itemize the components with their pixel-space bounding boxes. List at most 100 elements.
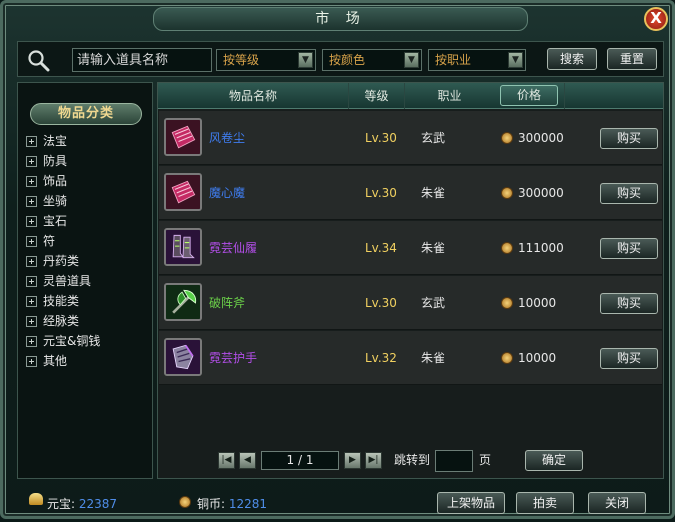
category-label: 元宝&铜钱	[43, 334, 101, 348]
coin-icon	[501, 187, 513, 199]
expand-plus-icon[interactable]	[26, 335, 37, 347]
expand-plus-icon[interactable]	[26, 175, 37, 187]
category-item-baoshi[interactable]: 宝石	[26, 211, 150, 231]
item-price: 10000	[501, 331, 556, 385]
first-page-icon[interactable]: |◀	[218, 452, 235, 469]
item-name: 魔心魔	[209, 186, 246, 200]
category-item-zuoqi[interactable]: 坐骑	[26, 191, 150, 211]
item-level: Lv.30	[365, 186, 397, 200]
search-bar: 按等级 ▼ 按颜色 ▼ 按职业 ▼ 搜索 重置	[17, 41, 664, 77]
expand-plus-icon[interactable]	[26, 355, 37, 367]
expand-plus-icon[interactable]	[26, 195, 37, 207]
copper-label: 铜币:	[197, 497, 226, 511]
column-header-level: 等级	[348, 83, 404, 109]
item-price: 300000	[501, 111, 564, 165]
auction-button[interactable]: 拍卖	[516, 492, 574, 514]
search-input[interactable]	[72, 48, 212, 72]
page-unit-label: 页	[479, 453, 492, 467]
coin-icon	[501, 132, 513, 144]
level-filter-label: 按等级	[223, 53, 260, 67]
jump-page-input[interactable]	[435, 450, 473, 472]
column-header-price-sort[interactable]: 价格	[500, 85, 558, 106]
search-button[interactable]: 搜索	[547, 48, 597, 70]
category-item-fu[interactable]: 符	[26, 231, 150, 251]
category-item-qita[interactable]: 其他	[26, 351, 150, 371]
category-label: 技能类	[43, 294, 80, 308]
yuanbao-balance: 元宝: 22387	[47, 495, 117, 512]
copper-coin-icon	[179, 496, 191, 508]
expand-plus-icon[interactable]	[26, 215, 37, 227]
footer-bar: 元宝: 22387 铜币: 12281 上架物品 拍卖 关闭	[3, 485, 675, 522]
category-item-shipin[interactable]: 饰品	[26, 171, 150, 191]
class-filter-dropdown[interactable]: 按职业 ▼	[428, 49, 526, 71]
confirm-jump-button[interactable]: 确定	[525, 450, 583, 471]
table-row: 霓芸仙履 Lv.34 朱雀 111000 购买	[159, 221, 662, 275]
jump-to-label: 跳转到	[394, 453, 431, 467]
table-row: 霓芸护手 Lv.32 朱雀 10000 购买	[159, 331, 662, 385]
next-page-icon[interactable]: ▶	[344, 452, 361, 469]
close-button[interactable]: 关闭	[588, 492, 646, 514]
list-item-button[interactable]: 上架物品	[437, 492, 505, 514]
class-filter-label: 按职业	[435, 53, 472, 67]
coin-icon	[501, 297, 513, 309]
window-title: 市 场	[153, 7, 528, 31]
category-item-yuanbao[interactable]: 元宝&铜钱	[26, 331, 150, 351]
category-item-jingmai[interactable]: 经脉类	[26, 311, 150, 331]
table-row: 风卷尘 Lv.30 玄武 300000 购买	[159, 111, 662, 165]
level-filter-dropdown[interactable]: 按等级 ▼	[216, 49, 316, 71]
item-name: 霓芸仙履	[209, 241, 258, 255]
market-window: 市 场 X 按等级 ▼ 按颜色 ▼ 按职业 ▼ 搜索 重置 物品分类 法宝 防具…	[0, 0, 675, 519]
category-item-jineng[interactable]: 技能类	[26, 291, 150, 311]
boots-icon[interactable]	[164, 228, 202, 266]
gauntlet-icon[interactable]	[164, 338, 202, 376]
column-header-action	[564, 83, 663, 109]
expand-plus-icon[interactable]	[26, 315, 37, 327]
expand-plus-icon[interactable]	[26, 295, 37, 307]
table-row: 破阵斧 Lv.30 玄武 10000 购买	[159, 276, 662, 330]
chevron-down-icon: ▼	[404, 52, 419, 68]
column-header-class: 职业	[404, 83, 494, 109]
axe-icon[interactable]	[164, 283, 202, 321]
tome-icon[interactable]	[164, 118, 202, 156]
item-level: Lv.34	[365, 241, 397, 255]
chevron-down-icon: ▼	[508, 52, 523, 68]
buy-button[interactable]: 购买	[600, 128, 658, 149]
item-price-value: 300000	[518, 186, 564, 200]
prev-page-icon[interactable]: ◀	[239, 452, 256, 469]
category-list: 法宝 防具 饰品 坐骑 宝石 符 丹药类 灵兽道具 技能类 经脉类 元宝&铜钱 …	[26, 131, 150, 371]
category-item-fangju[interactable]: 防具	[26, 151, 150, 171]
buy-button[interactable]: 购买	[600, 293, 658, 314]
chevron-down-icon: ▼	[298, 52, 313, 68]
category-item-fabao[interactable]: 法宝	[26, 131, 150, 151]
item-class: 朱雀	[421, 241, 446, 255]
yuanbao-ingot-icon	[29, 493, 43, 505]
expand-plus-icon[interactable]	[26, 155, 37, 167]
expand-plus-icon[interactable]	[26, 275, 37, 287]
table-header: 物品名称 等级 职业 价格	[158, 83, 663, 109]
expand-plus-icon[interactable]	[26, 255, 37, 267]
category-label: 坐骑	[43, 194, 68, 208]
expand-plus-icon[interactable]	[26, 135, 37, 147]
item-level: Lv.30	[365, 131, 397, 145]
last-page-icon[interactable]: ▶|	[365, 452, 382, 469]
expand-plus-icon[interactable]	[26, 235, 37, 247]
category-label: 法宝	[43, 134, 68, 148]
item-price-value: 10000	[518, 296, 557, 310]
color-filter-label: 按颜色	[329, 53, 366, 67]
tome-icon[interactable]	[164, 173, 202, 211]
buy-button[interactable]: 购买	[600, 183, 658, 204]
copper-value: 12281	[228, 497, 268, 511]
category-item-danyao[interactable]: 丹药类	[26, 251, 150, 271]
item-price-value: 300000	[518, 131, 564, 145]
item-price-value: 10000	[518, 351, 557, 365]
buy-button[interactable]: 购买	[600, 348, 658, 369]
color-filter-dropdown[interactable]: 按颜色 ▼	[322, 49, 422, 71]
reset-button[interactable]: 重置	[607, 48, 657, 70]
pagination: |◀ ◀ 1 / 1 ▶ ▶| 跳转到 页 确定	[158, 445, 663, 477]
category-item-lingshou[interactable]: 灵兽道具	[26, 271, 150, 291]
item-level: Lv.30	[365, 296, 397, 310]
category-label: 经脉类	[43, 314, 80, 328]
page-indicator: 1 / 1	[261, 451, 339, 470]
close-icon[interactable]: X	[644, 7, 668, 31]
buy-button[interactable]: 购买	[600, 238, 658, 259]
